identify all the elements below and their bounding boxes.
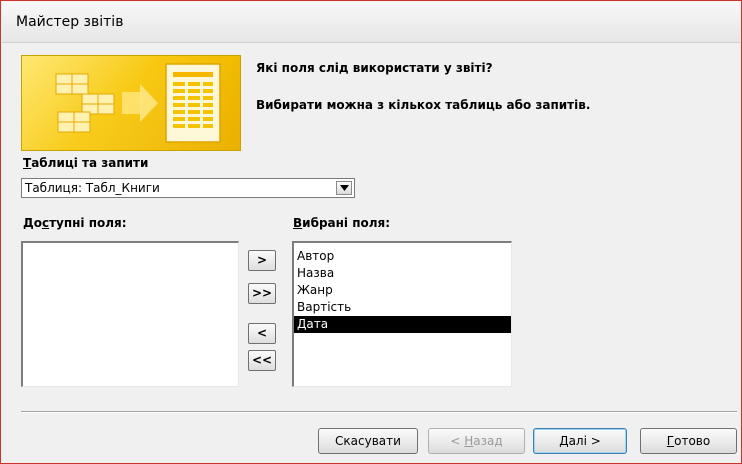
selected-fields-label: Вибрані поля: [293,216,391,230]
tables-to-report-icon [22,56,240,150]
list-item-selected[interactable]: Дата [294,316,511,333]
add-field-button[interactable]: > [248,250,276,271]
available-fields-label: Доступні поля: [23,216,127,230]
tables-combo-value: Таблиця: Табл_Книги [25,181,160,195]
list-item[interactable]: Жанр [294,282,511,299]
finish-button[interactable]: Готово [640,428,737,454]
footer-divider [21,411,737,413]
selected-fields-list[interactable]: Автор Назва Жанр Вартість Дата [292,241,512,387]
add-all-fields-button[interactable]: >> [248,283,276,304]
window-title: Майстер звітів [16,14,124,30]
back-button[interactable]: < Назад [428,428,525,454]
intro-hint: Вибирати можна з кількох таблиць або зап… [256,98,591,112]
report-wizard-window: Майстер звітів Які поля слід використати… [0,0,742,464]
remove-all-fields-button[interactable]: << [248,350,276,371]
intro-question: Які поля слід використати у звіті? [256,61,493,75]
title-bar[interactable]: Майстер звітів [2,2,740,43]
chevron-down-icon[interactable] [336,181,352,195]
tables-combo[interactable]: Таблиця: Табл_Книги [21,178,355,198]
cancel-button[interactable]: Скасувати [318,428,418,454]
next-button[interactable]: Далі > [533,428,627,454]
wizard-banner-image [21,55,241,151]
list-item[interactable]: Автор [294,248,511,265]
remove-field-button[interactable]: < [248,323,276,344]
tables-label: Таблиці та запити [23,156,149,170]
list-item[interactable]: Назва [294,265,511,282]
available-fields-list[interactable] [21,241,239,387]
list-item[interactable]: Вартість [294,299,511,316]
